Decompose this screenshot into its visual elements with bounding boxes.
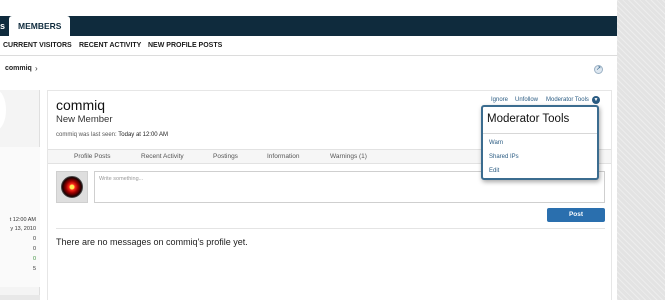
menu-item-shared-ips[interactable]: Shared IPs xyxy=(489,154,519,160)
moderator-tools-link[interactable]: Moderator Tools xyxy=(546,97,589,103)
last-seen-label: commiq was last seen: xyxy=(56,132,117,138)
nav-tab-members[interactable]: MEMBERS xyxy=(9,16,71,36)
tab-recent-activity[interactable]: Recent Activity xyxy=(141,153,184,160)
subnav-new-profile-posts[interactable]: NEW PROFILE POSTS xyxy=(148,36,222,56)
moderator-menu-title: Moderator Tools xyxy=(487,113,570,125)
stat-messages: 0 xyxy=(32,236,36,242)
sub-navigation: CURRENT VISITORS RECENT ACTIVITY NEW PRO… xyxy=(0,36,617,56)
tab-information[interactable]: Information xyxy=(267,153,300,160)
profile-sidebar: t 12:00 AM y 13, 2010 0 0 0 5 xyxy=(0,90,40,300)
stat-last-activity: t 12:00 AM xyxy=(9,217,36,223)
stat-trophy-points: 0 xyxy=(32,256,36,262)
breadcrumb-separator: › xyxy=(35,64,38,73)
profile-username: commiq xyxy=(56,97,106,113)
menu-item-edit[interactable]: Edit xyxy=(489,168,499,174)
nav-tab-previous[interactable]: s xyxy=(0,16,6,36)
unfollow-link[interactable]: Unfollow xyxy=(515,97,538,103)
page: s MEMBERS CURRENT VISITORS RECENT ACTIVI… xyxy=(0,0,617,300)
sidebar-divider xyxy=(0,295,40,300)
visitor-avatar xyxy=(56,171,88,203)
moderator-menu-divider xyxy=(483,133,597,134)
tab-profile-posts[interactable]: Profile Posts xyxy=(74,153,111,160)
last-seen-time: Today at 12:00 AM xyxy=(118,132,168,138)
stat-warning-points: 5 xyxy=(32,266,36,272)
menu-item-warn[interactable]: Warn xyxy=(489,140,503,146)
moderator-tools-menu: Moderator Tools Warn Shared IPs Edit xyxy=(481,105,599,180)
breadcrumb: commiq › ↗ xyxy=(0,56,617,83)
hal-eye-icon xyxy=(61,176,83,198)
profile-user-title: New Member xyxy=(56,114,113,125)
subnav-recent-activity[interactable]: RECENT ACTIVITY xyxy=(79,36,141,56)
breadcrumb-current[interactable]: commiq xyxy=(5,65,32,72)
avatar[interactable] xyxy=(0,90,6,130)
last-seen: commiq was last seen: Today at 12:00 AM xyxy=(56,132,168,138)
sidebar-stats: t 12:00 AM y 13, 2010 0 0 0 5 xyxy=(0,147,40,287)
chevron-down-icon[interactable]: ▼ xyxy=(592,96,600,104)
tab-warnings[interactable]: Warnings (1) xyxy=(330,153,367,160)
stat-joined: y 13, 2010 xyxy=(10,226,36,232)
ignore-link[interactable]: Ignore xyxy=(491,97,508,103)
tab-postings[interactable]: Postings xyxy=(213,153,238,160)
post-button[interactable]: Post xyxy=(547,208,605,222)
empty-profile-message: There are no messages on commiq's profil… xyxy=(56,237,248,247)
subnav-current-visitors[interactable]: CURRENT VISITORS xyxy=(3,36,72,56)
jump-to-icon[interactable]: ↗ xyxy=(594,65,603,74)
top-navbar: s MEMBERS xyxy=(0,16,617,36)
stat-likes: 0 xyxy=(32,246,36,252)
section-divider xyxy=(56,228,605,229)
